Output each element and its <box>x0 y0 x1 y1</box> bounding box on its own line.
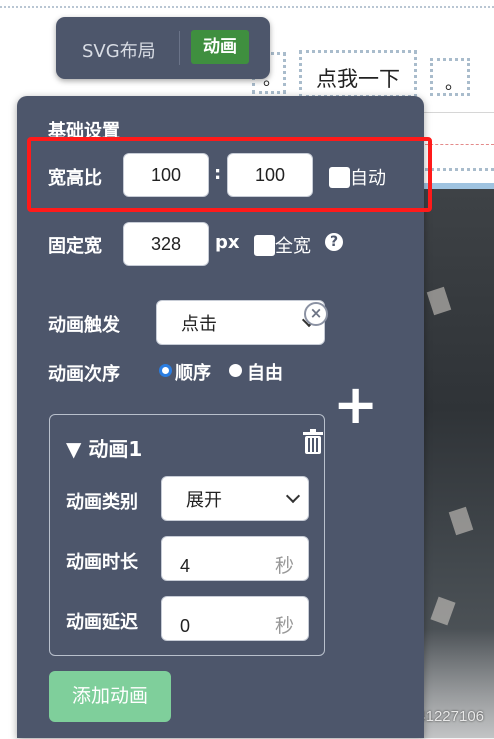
radio-sequential[interactable] <box>159 364 172 377</box>
order-label: 动画次序 <box>48 364 120 385</box>
mode-tab-bar: SVG布局 动画 <box>56 17 270 79</box>
ratio-separator: : <box>214 163 222 184</box>
click-button-label: 点我一下 <box>316 67 400 91</box>
animation-item-title[interactable]: ▼ 动画1 <box>66 433 142 462</box>
image-card-shape <box>426 286 452 316</box>
canvas-small-box-right[interactable]: 。 <box>430 58 470 96</box>
px-unit-label: px <box>215 232 240 253</box>
auto-checkbox[interactable] <box>329 167 350 188</box>
help-icon[interactable]: ? <box>325 233 343 251</box>
animation-delay-label: 动画延迟 <box>66 612 138 633</box>
order-option-sequential[interactable]: 顺序 <box>175 359 211 385</box>
duration-value: 4 <box>180 556 191 576</box>
trigger-value: 点击 <box>181 314 217 335</box>
image-card-shape <box>448 506 474 536</box>
delay-value: 0 <box>180 616 191 636</box>
full-width-label: 全宽 <box>275 236 311 257</box>
tab-svg-layout[interactable]: SVG布局 <box>82 37 156 63</box>
animation-type-value: 展开 <box>186 490 222 511</box>
ratio-height-input[interactable]: 100 <box>227 153 313 197</box>
animation-delay-input[interactable]: 0 秒 <box>161 596 309 641</box>
small-box-text: 。 <box>445 73 463 94</box>
fixed-width-label: 固定宽 <box>48 236 102 257</box>
chevron-down-icon <box>285 488 301 504</box>
animation-type-label: 动画类别 <box>66 492 138 513</box>
delay-unit: 秒 <box>274 615 294 637</box>
canvas-click-button[interactable]: 点我一下 <box>299 50 417 98</box>
full-width-checkbox[interactable] <box>254 235 275 256</box>
add-animation-button[interactable]: 添加动画 <box>49 671 171 722</box>
animation-duration-input[interactable]: 4 秒 <box>161 536 309 581</box>
trash-icon[interactable] <box>302 429 324 455</box>
radio-free[interactable] <box>229 364 242 377</box>
animation-settings-panel: 基础设置 宽高比 100 : 100 自动 固定宽 328 px 全宽 ? 动画… <box>17 96 432 738</box>
auto-label: 自动 <box>350 168 386 189</box>
aspect-ratio-label: 宽高比 <box>48 168 102 189</box>
clear-icon[interactable]: × <box>304 302 328 326</box>
tab-separator <box>179 31 180 65</box>
canvas-background-image <box>420 189 494 739</box>
duration-unit: 秒 <box>274 555 294 577</box>
trigger-select[interactable]: 点击 <box>156 300 325 345</box>
animation-item-card: ▼ 动画1 动画类别 展开 动画时长 4 秒 动画延迟 0 秒 <box>49 414 325 656</box>
tab-animation[interactable]: 动画 <box>191 30 249 64</box>
fixed-width-input[interactable]: 328 <box>123 222 209 266</box>
add-icon[interactable]: + <box>333 378 378 432</box>
animation-type-select[interactable]: 展开 <box>161 476 309 521</box>
animation-duration-label: 动画时长 <box>66 552 138 573</box>
trigger-label: 动画触发 <box>48 315 120 336</box>
order-option-free[interactable]: 自由 <box>247 359 283 385</box>
image-card-shape <box>430 596 456 626</box>
ratio-width-input[interactable]: 100 <box>123 153 209 197</box>
canvas-top-border <box>0 6 494 12</box>
